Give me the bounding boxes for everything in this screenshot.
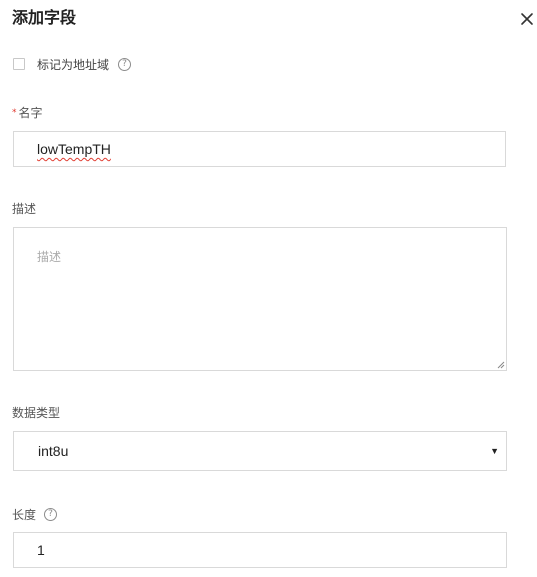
length-input-value: 1 xyxy=(37,542,45,558)
name-label-text: 名字 xyxy=(18,106,43,120)
length-field-label: 长度 xyxy=(12,507,37,522)
question-circle-icon[interactable]: ? xyxy=(44,507,58,521)
question-circle-icon[interactable]: ? xyxy=(118,57,132,71)
data-type-select[interactable]: int8u ▼ xyxy=(13,431,507,471)
chevron-down-icon: ▼ xyxy=(490,446,499,456)
name-input-value: lowTempTH xyxy=(37,141,111,157)
close-button[interactable] xyxy=(517,9,537,29)
resize-grip-icon[interactable] xyxy=(496,360,505,369)
address-domain-row: 标记为地址域 ? xyxy=(13,55,132,73)
required-asterisk: * xyxy=(12,108,17,118)
data-type-field-label: 数据类型 xyxy=(12,406,61,420)
description-textarea[interactable]: 描述 xyxy=(13,227,507,371)
length-input[interactable]: 1 xyxy=(13,532,507,568)
length-field-label-row: 长度 ? xyxy=(12,506,58,522)
dialog-title: 添加字段 xyxy=(12,8,77,27)
address-domain-checkbox[interactable] xyxy=(13,58,25,70)
add-field-dialog: 添加字段 标记为地址域 ? * 名字 lowTempTH 描述 描述 数据类型 i… xyxy=(0,0,537,577)
name-field-label: * 名字 xyxy=(12,105,43,121)
close-icon xyxy=(521,13,533,25)
address-domain-label[interactable]: 标记为地址域 xyxy=(37,56,109,73)
description-field-label: 描述 xyxy=(12,202,37,216)
name-input[interactable]: lowTempTH xyxy=(13,131,506,167)
data-type-selected-value: int8u xyxy=(38,443,69,459)
description-placeholder: 描述 xyxy=(37,250,62,264)
